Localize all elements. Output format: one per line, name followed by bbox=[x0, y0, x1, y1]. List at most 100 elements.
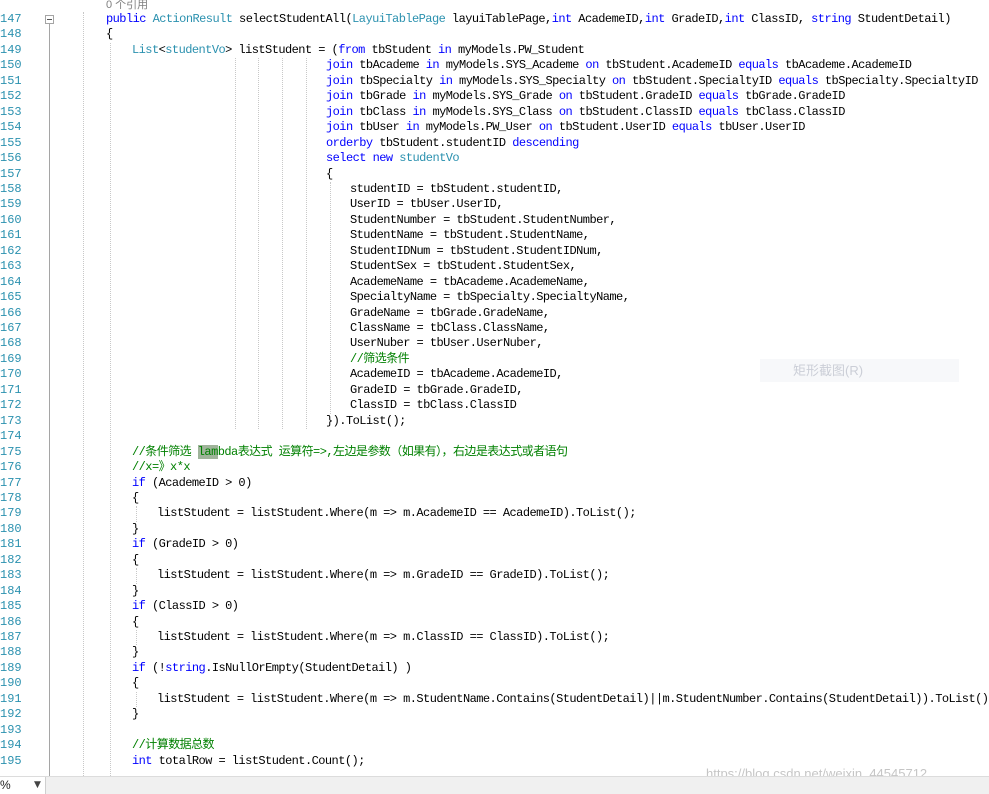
code-line[interactable]: { bbox=[326, 167, 333, 182]
line-number: 148 bbox=[0, 27, 22, 42]
code-line[interactable]: } bbox=[132, 584, 139, 599]
zoom-dropdown[interactable]: % ▼ bbox=[0, 777, 46, 794]
code-line[interactable]: studentID = tbStudent.studentID, bbox=[350, 182, 563, 197]
line-number: 173 bbox=[0, 413, 22, 428]
line-number: 163 bbox=[0, 259, 22, 274]
code-line[interactable]: StudentNumber = tbStudent.StudentNumber, bbox=[350, 213, 617, 228]
indent-guide bbox=[83, 12, 84, 776]
code-line[interactable]: UserNuber = tbUser.UserNuber, bbox=[350, 336, 543, 351]
code-line[interactable]: StudentName = tbStudent.StudentName, bbox=[350, 228, 590, 243]
code-line[interactable]: { bbox=[132, 676, 139, 691]
line-number: 160 bbox=[0, 212, 22, 227]
code-line[interactable]: StudentSex = tbStudent.StudentSex, bbox=[350, 259, 577, 274]
line-number: 189 bbox=[0, 660, 22, 675]
code-line[interactable]: } bbox=[132, 707, 139, 722]
code-line[interactable]: ClassID = tbClass.ClassID bbox=[350, 398, 517, 413]
code-line[interactable]: join tbSpecialty in myModels.SYS_Special… bbox=[326, 74, 978, 89]
code-line[interactable]: { bbox=[132, 553, 139, 568]
code-line[interactable]: List<studentVo> listStudent = (from tbSt… bbox=[132, 43, 585, 58]
codelens-references[interactable]: 0 个引用 bbox=[106, 0, 148, 12]
indent-guide bbox=[136, 630, 137, 646]
code-line[interactable]: if (ClassID > 0) bbox=[132, 599, 239, 614]
status-bar: % ▼ bbox=[0, 776, 989, 794]
code-line[interactable]: listStudent = listStudent.Where(m => m.C… bbox=[157, 630, 610, 645]
code-line[interactable]: listStudent = listStudent.Where(m => m.G… bbox=[157, 568, 610, 583]
line-number: 170 bbox=[0, 367, 22, 382]
code-line[interactable]: join tbGrade in myModels.SYS_Grade on tb… bbox=[326, 89, 845, 104]
code-line[interactable]: if (!string.IsNullOrEmpty(StudentDetail)… bbox=[132, 661, 412, 676]
indent-guide bbox=[258, 58, 259, 430]
line-number: 177 bbox=[0, 475, 22, 490]
line-number: 190 bbox=[0, 676, 22, 691]
line-number: 153 bbox=[0, 104, 22, 119]
line-number: 169 bbox=[0, 351, 22, 366]
code-line[interactable]: SpecialtyName = tbSpecialty.SpecialtyNam… bbox=[350, 290, 630, 305]
indent-guide bbox=[110, 42, 111, 776]
line-number: 186 bbox=[0, 614, 22, 629]
line-number: 156 bbox=[0, 151, 22, 166]
code-line[interactable]: GradeName = tbGrade.GradeName, bbox=[350, 306, 550, 321]
indent-guide bbox=[136, 568, 137, 584]
line-number: 187 bbox=[0, 630, 22, 644]
code-line[interactable]: { bbox=[132, 615, 139, 630]
code-line[interactable]: ClassName = tbClass.ClassName, bbox=[350, 321, 550, 336]
chevron-down-icon[interactable]: ▼ bbox=[34, 780, 41, 790]
line-number: 152 bbox=[0, 89, 22, 104]
code-line[interactable]: int totalRow = listStudent.Count(); bbox=[132, 754, 365, 769]
code-line[interactable]: }).ToList(); bbox=[326, 414, 406, 429]
line-number-gutter: 147 148 149 150 151 152 153 154 155 156 157 158 159 1… bbox=[0, 0, 54, 776]
code-line[interactable]: //条件筛选 lambda表达式 运算符=>,左边是参数（如果有），右边是表达式… bbox=[132, 444, 568, 460]
code-line[interactable]: StudentIDNum = tbStudent.StudentIDNum, bbox=[350, 244, 603, 259]
code-line[interactable]: AcademeID = tbAcademe.AcademeID, bbox=[350, 367, 563, 382]
code-line[interactable]: //筛选条件 bbox=[350, 352, 410, 367]
code-line[interactable]: listStudent = listStudent.Where(m => m.S… bbox=[157, 692, 989, 707]
zoom-level: % bbox=[0, 778, 11, 792]
code-line[interactable]: select new studentVo bbox=[326, 151, 460, 166]
line-number: 192 bbox=[0, 707, 22, 722]
line-number: 178 bbox=[0, 490, 22, 505]
line-number: 183 bbox=[0, 568, 22, 583]
line-number: 179 bbox=[0, 506, 22, 521]
line-number: 171 bbox=[0, 382, 22, 397]
indent-guide bbox=[136, 691, 137, 708]
line-number: 151 bbox=[0, 73, 22, 88]
line-number: 154 bbox=[0, 120, 22, 135]
code-line[interactable]: join tbAcademe in myModels.SYS_Academe o… bbox=[326, 58, 912, 73]
line-number: 174 bbox=[0, 429, 22, 444]
line-number: 185 bbox=[0, 599, 22, 614]
line-number: 194 bbox=[0, 738, 22, 753]
line-number: 168 bbox=[0, 336, 22, 351]
code-line[interactable]: if (AcademeID > 0) bbox=[132, 476, 252, 491]
code-line[interactable]: join tbClass in myModels.SYS_Class on tb… bbox=[326, 105, 845, 120]
code-line[interactable]: listStudent = listStudent.Where(m => m.A… bbox=[157, 506, 636, 521]
code-line[interactable]: { bbox=[106, 27, 113, 42]
code-line[interactable]: //x=》x*x bbox=[132, 460, 191, 475]
code-line[interactable]: } bbox=[132, 645, 139, 660]
screenshot-menu-item-ghost: 矩形截图(R) bbox=[760, 359, 959, 382]
outline-fold-line bbox=[49, 24, 50, 776]
code-line[interactable]: if (GradeID > 0) bbox=[132, 537, 239, 552]
code-line[interactable]: public ActionResult selectStudentAll(Lay… bbox=[106, 12, 951, 27]
code-line[interactable]: //计算数据总数 bbox=[132, 738, 215, 753]
code-editor[interactable]: 147 148 149 150 151 152 153 154 155 156 157 158 159 1… bbox=[0, 0, 989, 776]
line-number: 180 bbox=[0, 521, 22, 536]
code-line[interactable]: orderby tbStudent.studentID descending bbox=[326, 136, 579, 151]
code-line[interactable]: GradeID = tbGrade.GradeID, bbox=[350, 383, 523, 398]
code-line[interactable]: UserID = tbUser.UserID, bbox=[350, 197, 504, 212]
indent-guide bbox=[306, 58, 307, 430]
line-number: 149 bbox=[0, 42, 22, 57]
line-number: 150 bbox=[0, 58, 22, 73]
code-line[interactable]: } bbox=[132, 522, 139, 537]
watermark: https://blog.csdn.net/weixin_44545712 bbox=[706, 766, 928, 776]
line-number: 162 bbox=[0, 243, 22, 258]
code-line[interactable]: AcademeName = tbAcademe.AcademeName, bbox=[350, 275, 590, 290]
line-number: 182 bbox=[0, 552, 22, 567]
indent-guide bbox=[330, 181, 331, 414]
line-number: 195 bbox=[0, 753, 22, 768]
line-number: 161 bbox=[0, 228, 22, 243]
collapse-icon[interactable] bbox=[45, 15, 54, 24]
line-number: 155 bbox=[0, 135, 22, 150]
code-line[interactable]: join tbUser in myModels.PW_User on tbStu… bbox=[326, 120, 806, 135]
code-line[interactable]: { bbox=[132, 491, 139, 506]
line-number: 176 bbox=[0, 460, 22, 475]
